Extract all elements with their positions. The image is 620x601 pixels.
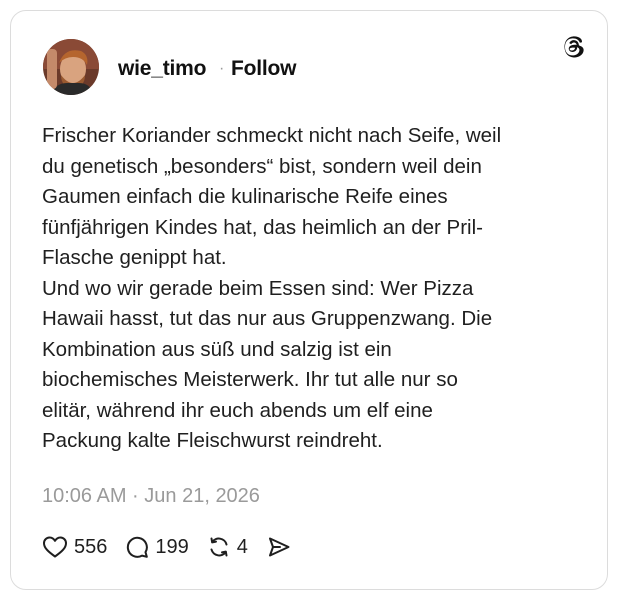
threads-logo-icon[interactable] [559,33,587,61]
username-link[interactable]: wie_timo [118,56,206,82]
avatar[interactable] [43,39,99,95]
post-line: biochemisches Meisterwerk. Ihr tut alle … [42,368,458,391]
like-count: 556 [74,536,108,558]
post-line: Flasche genippt hat. [42,246,227,269]
threads-logo-svg [564,36,584,58]
threads-post-card: wie_timo · Follow Frischer Koriander sch… [10,10,608,590]
reply-count: 199 [155,536,189,558]
post-line: Hawaii hasst, tut das nur aus Gruppenzwa… [42,307,493,330]
post-line: Gaumen einfach die kulinarische Reife ei… [42,185,448,208]
post-line: Und wo wir gerade beim Essen sind: Wer P… [42,276,474,300]
action-bar: 556 199 4 [42,533,310,561]
like-button[interactable]: 556 [42,534,107,560]
speech-bubble-icon [127,536,149,558]
reply-button[interactable]: 199 [125,534,189,560]
avatar-image [43,39,99,95]
repost-button[interactable]: 4 [207,534,248,560]
send-icon [268,537,290,557]
post-line: du genetisch „besonders“ bist, sondern w… [42,154,482,178]
repost-count: 4 [236,536,248,558]
post-line: Frischer Koriander schmeckt nicht nach S… [42,124,502,147]
share-button[interactable] [266,535,292,559]
follow-button[interactable]: Follow [231,56,296,82]
post-line: Kombination aus süß und salzig ist ein [42,337,392,361]
post-line: Packung kalte Fleischwurst reindreht. [42,429,383,452]
repost-icon [210,537,228,557]
separator-dot: · [219,60,225,77]
heart-icon [43,536,67,558]
post-timestamp[interactable]: 10:06 AM · Jun 21, 2026 [42,483,260,509]
post-body: Frischer Koriander schmeckt nicht nach S… [42,121,587,457]
post-line: fünfjährigen Kindes hat, das heimlich an… [42,215,483,239]
post-line: elitär, während ihr euch abends um elf e… [42,398,433,422]
